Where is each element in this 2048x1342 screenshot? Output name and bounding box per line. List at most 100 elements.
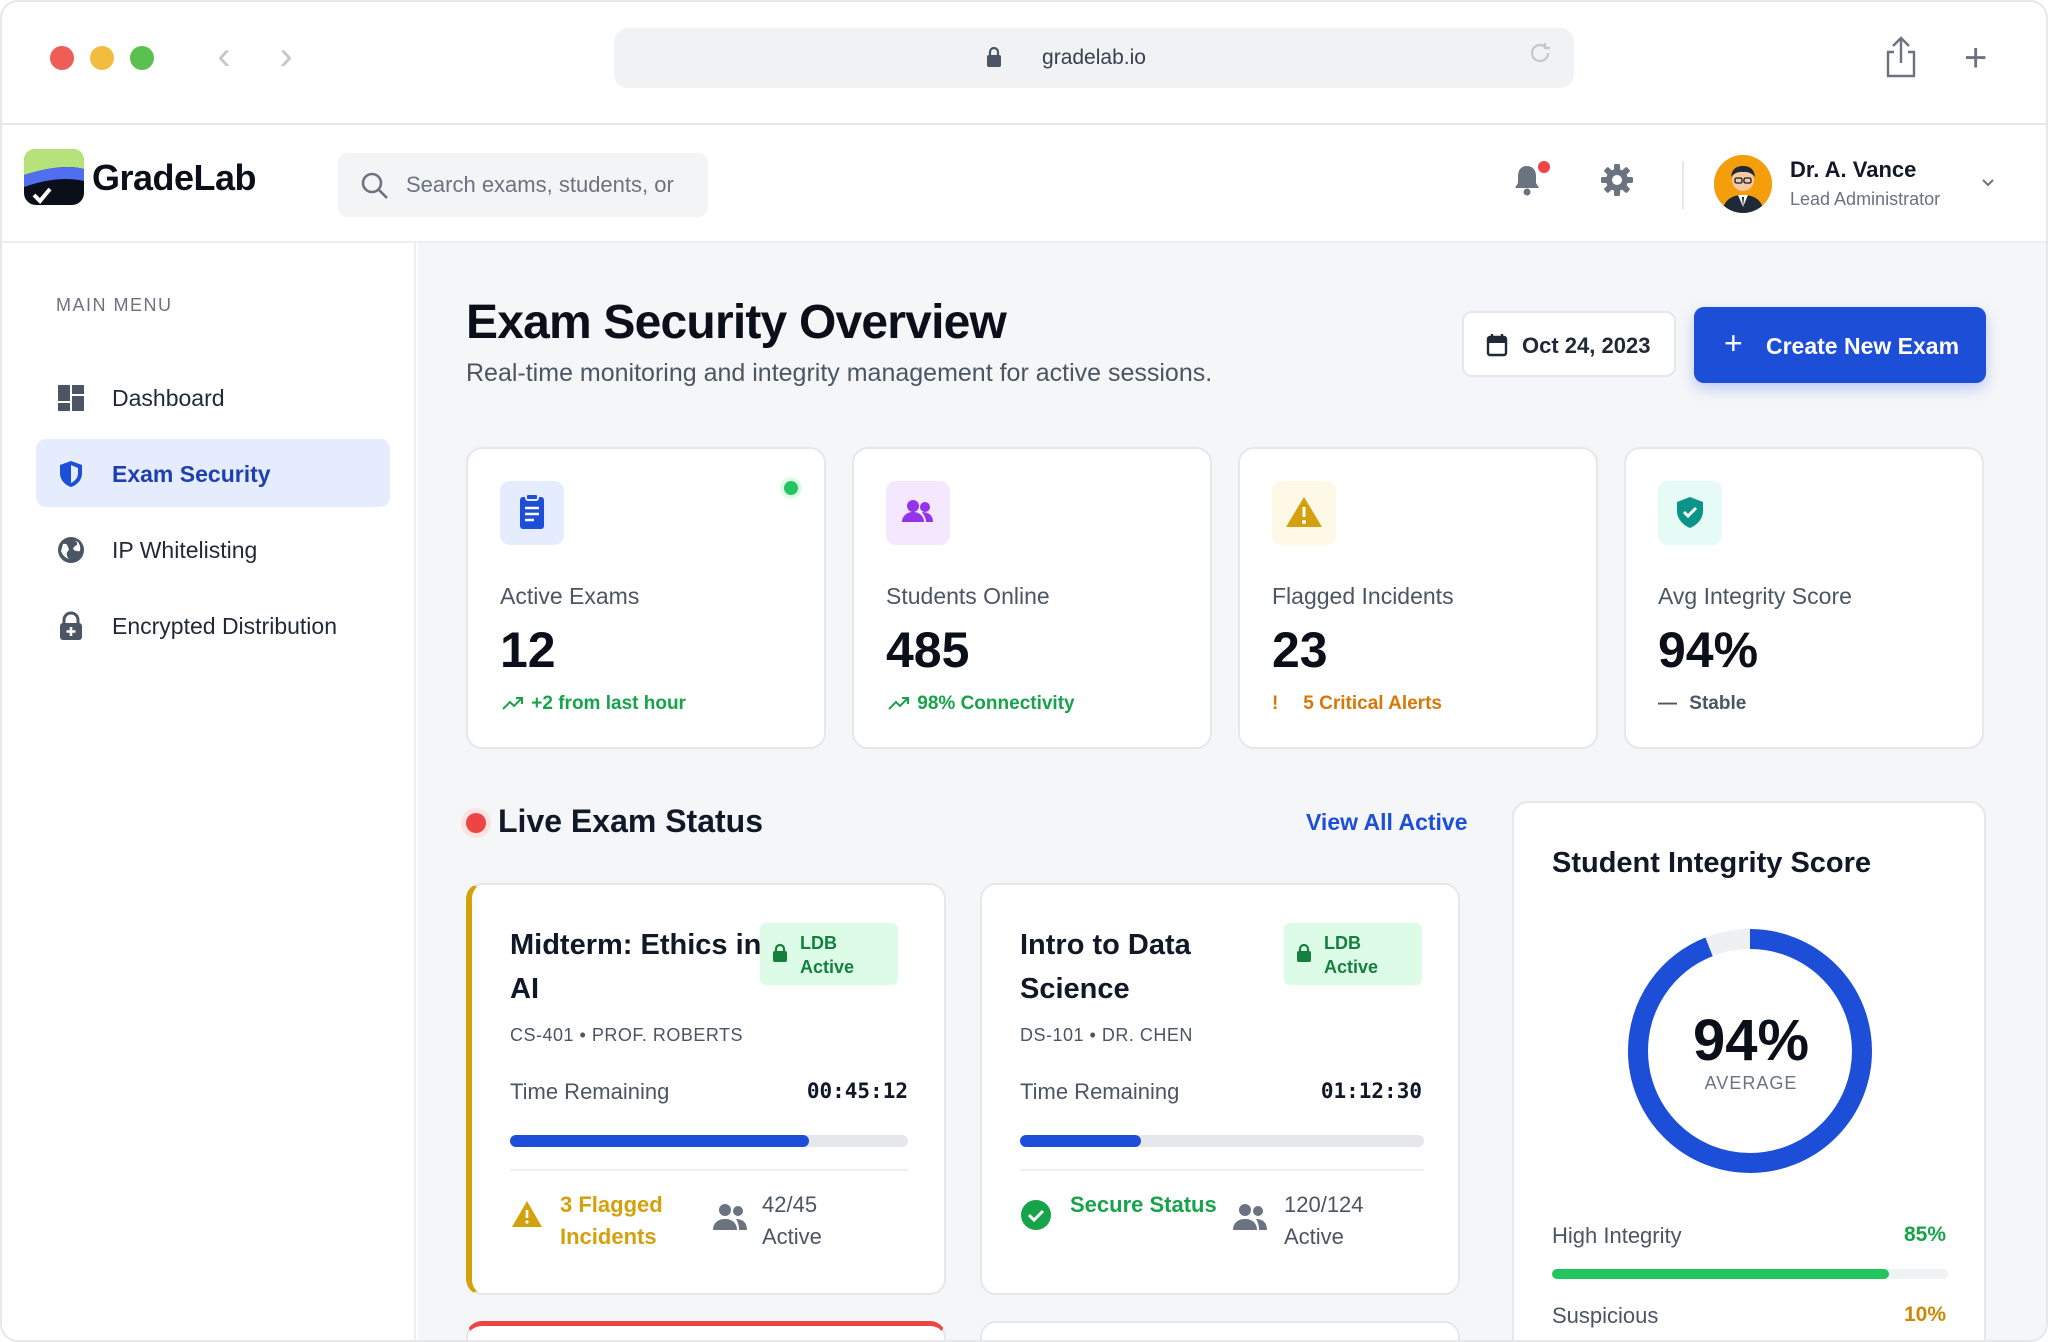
integrity-row-fill: [1552, 1269, 1889, 1279]
progress-bar: [510, 1135, 908, 1147]
create-button-label: Create New Exam: [1766, 333, 1960, 359]
sidebar-item-ip-whitelisting[interactable]: IP Whitelisting: [36, 515, 390, 583]
stat-icon-box: [886, 481, 950, 545]
trending-up-icon: [502, 696, 523, 710]
back-arrow-icon[interactable]: ‹: [206, 36, 242, 80]
plus-icon: +: [1724, 325, 1743, 361]
exam-meta: DS-101 • DR. CHEN: [1020, 1025, 1193, 1045]
live-indicator: [784, 481, 798, 495]
integrity-row-label: Suspicious: [1552, 1303, 1659, 1328]
exam-title: Midterm: Ethics in AI: [510, 929, 762, 1005]
stat-trend: 98% Connectivity: [886, 693, 1075, 715]
exam-card[interactable]: Midterm: Ethics in AI LDB Active CS-401 …: [466, 883, 946, 1295]
badge-label: LDB Active: [1324, 933, 1379, 977]
notification-badge: [1538, 161, 1550, 173]
forward-arrow-icon[interactable]: ›: [268, 36, 304, 80]
exam-card-partial[interactable]: [466, 1321, 946, 1340]
stat-trend: +2 from last hour: [500, 693, 686, 715]
stat-value: 12: [500, 622, 556, 678]
user-role: Lead Administrator: [1790, 189, 1941, 209]
active-students-count: 42/45 Active: [762, 1192, 822, 1249]
panel-title: Student Integrity Score: [1552, 847, 1872, 879]
page-title: Exam Security Overview: [466, 296, 1007, 349]
stat-trend: — Stable: [1658, 693, 1747, 714]
reload-icon[interactable]: [1527, 40, 1553, 66]
exam-status-text: 3 Flagged Incidents: [560, 1192, 663, 1249]
globe-icon: [58, 537, 84, 563]
new-tab-icon[interactable]: +: [1964, 38, 1987, 78]
stat-icon-box: [1658, 481, 1722, 545]
progress-bar: [1020, 1135, 1424, 1147]
badge-label: LDB Active: [800, 933, 855, 977]
exam-card[interactable]: Intro to Data Science LDB Active DS-101 …: [980, 883, 1460, 1295]
close-window-button[interactable]: [50, 46, 74, 70]
browser-toolbar: ‹ › gradelab.io +: [2, 2, 2046, 125]
app-header: GradeLab Search exams, students, or Dr. …: [2, 125, 2046, 243]
sidebar-item-exam-security[interactable]: Exam Security: [36, 439, 390, 507]
lock-plus-icon: [60, 611, 82, 640]
gear-icon[interactable]: [1600, 163, 1634, 197]
sidebar-item-label: IP Whitelisting: [112, 537, 258, 563]
minimize-window-button[interactable]: [90, 46, 114, 70]
chevron-down-icon[interactable]: [1980, 177, 1996, 189]
stat-label: Active Exams: [500, 583, 640, 609]
exclamation-icon: !: [1272, 693, 1279, 714]
create-new-exam-button[interactable]: + Create New Exam: [1694, 307, 1986, 383]
card-divider: [510, 1169, 908, 1171]
calendar-icon: [1486, 334, 1508, 357]
integrity-row-pct: 10%: [1903, 1303, 1946, 1326]
time-remaining-value: 00:45:12: [806, 1079, 908, 1103]
sidebar: MAIN MENU Dashboard Exam Security IP Whi…: [2, 243, 416, 1340]
stat-card-active-exams: Active Exams 12 +2 from last hour: [466, 447, 826, 749]
view-all-active-link[interactable]: View All Active: [1306, 809, 1468, 836]
card-divider: [1020, 1169, 1424, 1171]
dash-icon: —: [1658, 693, 1677, 714]
sidebar-item-encrypted-distribution[interactable]: Encrypted Distribution: [36, 591, 390, 659]
date-label: Oct 24, 2023: [1522, 333, 1651, 358]
page-subtitle: Real-time monitoring and integrity manag…: [466, 359, 1213, 387]
header-divider: [1682, 161, 1684, 209]
avatar[interactable]: [1714, 155, 1772, 213]
exam-status-text: Secure Status: [1070, 1192, 1217, 1217]
stat-value: 23: [1272, 622, 1328, 678]
stat-card-students-online: Students Online 485 98% Connectivity: [852, 447, 1212, 749]
shield-check-icon: [1677, 497, 1703, 528]
stat-icon-box: [1272, 481, 1336, 545]
clipboard-icon: [520, 493, 544, 529]
time-remaining-value: 01:12:30: [1320, 1079, 1422, 1103]
live-exam-status-heading: Live Exam Status: [498, 803, 763, 839]
search-input[interactable]: [406, 167, 696, 203]
ldb-status-badge: LDB Active: [1284, 923, 1422, 985]
users-icon: [713, 1204, 747, 1230]
sidebar-item-label: Encrypted Distribution: [112, 613, 337, 639]
integrity-score-value: 94%: [1692, 1008, 1810, 1073]
share-icon[interactable]: [1884, 36, 1918, 78]
gradelab-logo-icon: [24, 149, 84, 205]
browser-window: ‹ › gradelab.io + GradeLab Search exams,…: [0, 0, 2048, 1342]
integrity-row-bar: [1552, 1269, 1948, 1279]
exam-meta: CS-401 • PROF. ROBERTS: [510, 1025, 744, 1045]
time-remaining-label: Time Remaining: [510, 1079, 670, 1104]
live-recording-indicator: [466, 813, 486, 833]
student-integrity-score-panel: Student Integrity Score 94% AVERAGE High…: [1512, 801, 1986, 1340]
exam-title: Intro to Data Science: [1020, 929, 1191, 1005]
search-box[interactable]: [338, 153, 708, 217]
user-name: Dr. A. Vance: [1790, 157, 1917, 182]
progress-bar-fill: [510, 1135, 809, 1147]
dashboard-icon: [58, 385, 84, 411]
stat-label: Avg Integrity Score: [1658, 583, 1852, 609]
stat-card-avg-integrity-score: Avg Integrity Score 94% — Stable: [1624, 447, 1984, 749]
shield-icon: [60, 461, 82, 487]
date-picker-button[interactable]: Oct 24, 2023: [1462, 311, 1676, 377]
active-students-count: 120/124 Active: [1284, 1192, 1364, 1249]
stat-label: Students Online: [886, 583, 1050, 609]
exam-card-partial[interactable]: [980, 1321, 1460, 1340]
warning-icon: [512, 1201, 542, 1227]
maximize-window-button[interactable]: [130, 46, 154, 70]
integrity-score-label: AVERAGE: [1704, 1073, 1798, 1093]
address-bar[interactable]: gradelab.io: [614, 28, 1574, 88]
sidebar-item-dashboard[interactable]: Dashboard: [36, 363, 390, 431]
search-icon: [361, 172, 388, 199]
main-content: Exam Security Overview Real-time monitor…: [418, 243, 2046, 1340]
sidebar-item-label: Exam Security: [112, 461, 271, 487]
